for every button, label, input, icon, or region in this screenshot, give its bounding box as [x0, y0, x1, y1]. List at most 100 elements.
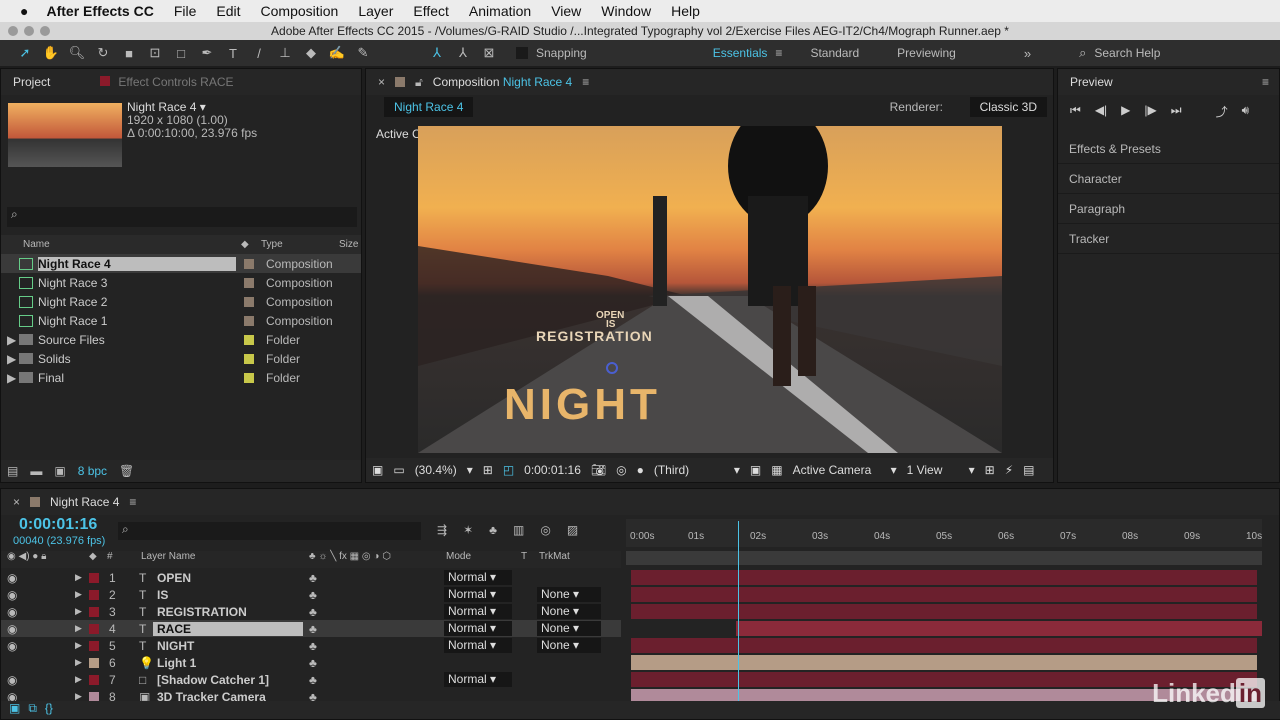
motion-blur-icon[interactable]: ◎ — [540, 523, 550, 537]
clone-stamp-tool-icon[interactable]: ⊥ — [276, 45, 294, 61]
resolution-dropdown[interactable]: (Third) — [654, 463, 724, 477]
expand-layer-icon[interactable]: ▶ — [75, 589, 82, 600]
label-color[interactable] — [244, 353, 254, 364]
layer-row[interactable]: ▶ 6 💡 Light 1 ♣ — [1, 654, 621, 671]
label-color[interactable] — [244, 258, 254, 269]
timecode[interactable]: 0:00:01:16 — [19, 516, 97, 534]
shy-switch-icon[interactable]: ♣ — [309, 571, 317, 585]
layer-label-color[interactable] — [89, 623, 99, 634]
brush-tool-icon[interactable]: / — [250, 46, 268, 61]
layer-label-color[interactable] — [89, 606, 99, 617]
panel-tracker[interactable]: Tracker — [1058, 224, 1279, 254]
project-item[interactable]: Night Race 1 Composition — [1, 311, 361, 330]
layer-label-color[interactable] — [89, 691, 99, 702]
bpc-button[interactable]: 8 bpc — [78, 464, 107, 478]
puppet-pin-tool-icon[interactable]: ✎ — [354, 45, 372, 61]
project-item[interactable]: ▶ Source Files Folder — [1, 330, 361, 349]
roto-brush-tool-icon[interactable]: ✍ — [328, 45, 346, 61]
mode-dropdown[interactable]: Normal ▾ — [444, 604, 512, 619]
mask-visibility-icon[interactable]: ◰ — [503, 463, 514, 477]
effect-controls-tab[interactable]: Effect Controls RACE — [100, 75, 234, 89]
label-color[interactable] — [244, 296, 254, 307]
draft-3d-icon[interactable]: ✶ — [463, 523, 473, 537]
shy-switch-icon[interactable]: ♣ — [309, 622, 317, 636]
layer-label-color[interactable] — [89, 572, 99, 583]
layer-duration-bar[interactable] — [631, 587, 1257, 602]
current-time[interactable]: 0:00:01:16 — [524, 463, 581, 477]
panel-character[interactable]: Character — [1058, 164, 1279, 194]
rectangle-tool-icon[interactable]: □ — [172, 46, 190, 61]
trkmat-dropdown[interactable]: None ▾ — [537, 587, 601, 602]
trkmat-dropdown[interactable]: None ▾ — [537, 604, 601, 619]
expand-layer-icon[interactable]: ▶ — [75, 572, 82, 583]
snapping-checkbox[interactable] — [516, 47, 528, 59]
menu-edit[interactable]: Edit — [216, 3, 240, 19]
mode-dropdown[interactable]: Normal ▾ — [444, 621, 512, 636]
layer-row[interactable]: ◉ ▶ 1 T OPEN ♣ Normal ▾ — [1, 569, 621, 586]
expand-arrow-icon[interactable]: ▶ — [7, 371, 16, 385]
trkmat-dropdown[interactable]: None ▾ — [537, 638, 601, 653]
snapshot-icon[interactable]: 📷︎ — [591, 463, 606, 477]
mode-dropdown[interactable]: Normal ▾ — [444, 672, 512, 687]
type-tool-icon[interactable]: T — [224, 46, 242, 61]
shy-switch-icon[interactable]: ♣ — [309, 588, 317, 602]
project-item[interactable]: ▶ Solids Folder — [1, 349, 361, 368]
playhead[interactable] — [737, 521, 739, 701]
eraser-tool-icon[interactable]: ◆ — [302, 45, 320, 61]
expand-layer-icon[interactable]: ▶ — [75, 657, 82, 668]
visibility-eye-icon[interactable]: ◉ — [7, 571, 17, 585]
project-item[interactable]: Night Race 3 Composition — [1, 273, 361, 292]
layer-duration-bar[interactable] — [736, 621, 1262, 636]
layer-name-header[interactable]: Layer Name — [141, 551, 195, 562]
shy-switch-icon[interactable]: ♣ — [309, 673, 317, 687]
layer-row[interactable]: ◉ ▶ 7 □ [Shadow Catcher 1] ♣ Normal ▾ — [1, 671, 621, 688]
menu-file[interactable]: File — [174, 3, 197, 19]
expand-layer-icon[interactable]: ▶ — [75, 640, 82, 651]
visibility-eye-icon[interactable]: ◉ — [7, 673, 17, 687]
always-preview-icon[interactable]: ▣ — [372, 463, 383, 477]
trkmat-dropdown[interactable]: None ▾ — [537, 621, 601, 636]
expand-stretch-icon[interactable]: {} — [45, 701, 53, 719]
local-axis-icon[interactable]: ⅄ — [428, 45, 446, 61]
pan-behind-tool-icon[interactable]: ⊡ — [146, 45, 164, 61]
project-item[interactable]: ▶ Final Folder — [1, 368, 361, 387]
zoom-tool-icon[interactable]: 🔍︎ — [68, 45, 86, 61]
layer-name[interactable]: IS — [153, 588, 303, 602]
trash-icon[interactable]: 🗑︎ — [119, 464, 134, 478]
label-color[interactable] — [244, 277, 254, 288]
hand-tool-icon[interactable]: ✋ — [42, 45, 60, 61]
layer-row[interactable]: ◉ ▶ 5 T NIGHT ♣ Normal ▾ None ▾ — [1, 637, 621, 654]
layer-duration-bar[interactable] — [631, 655, 1257, 670]
mode-dropdown[interactable]: Normal ▾ — [444, 638, 512, 653]
camera-view-dropdown[interactable]: Active Camera — [793, 463, 881, 477]
3d-axis-gizmo[interactable] — [606, 362, 618, 374]
layer-duration-bar[interactable] — [631, 638, 1257, 653]
monitor-icon[interactable]: ▭ — [393, 463, 404, 477]
new-folder-icon[interactable]: ▬ — [30, 464, 42, 478]
close-window-button[interactable] — [8, 26, 18, 36]
shy-switch-icon[interactable]: ♣ — [309, 656, 317, 670]
lock-icon[interactable]: 🔓︎ — [415, 75, 423, 90]
text-registration[interactable]: REGISTRATION — [536, 328, 653, 344]
tab-project[interactable]: Project — [13, 75, 50, 89]
layer-duration-bar[interactable] — [631, 570, 1257, 585]
more-workspaces-icon[interactable]: » — [1024, 46, 1031, 61]
label-color[interactable] — [244, 334, 254, 345]
safe-margins-icon[interactable]: ⊞ — [483, 463, 493, 477]
expand-arrow-icon[interactable]: ▶ — [7, 352, 16, 366]
prev-frame-icon[interactable]: ◀| — [1095, 103, 1107, 120]
layer-name[interactable]: OPEN — [153, 571, 303, 585]
search-help-input[interactable]: Search Help — [1094, 46, 1234, 60]
column-type[interactable]: Type — [261, 239, 339, 250]
layer-row[interactable]: ◉ ▶ 4 T RACE ♣ Normal ▾ None ▾ — [1, 620, 621, 637]
layer-name[interactable]: REGISTRATION — [153, 605, 303, 619]
visibility-eye-icon[interactable]: ◉ — [7, 639, 17, 653]
visibility-eye-icon[interactable]: ◉ — [7, 588, 17, 602]
close-tab-icon[interactable]: × — [378, 75, 385, 89]
renderer-button[interactable]: Classic 3D — [969, 97, 1047, 117]
new-comp-icon[interactable]: ▣ — [54, 464, 65, 478]
shy-switch-icon[interactable]: ♣ — [309, 605, 317, 619]
fast-previews-icon[interactable]: ⚡︎ — [1005, 463, 1013, 477]
app-menu[interactable]: After Effects CC — [46, 3, 153, 19]
menu-help[interactable]: Help — [671, 3, 700, 19]
